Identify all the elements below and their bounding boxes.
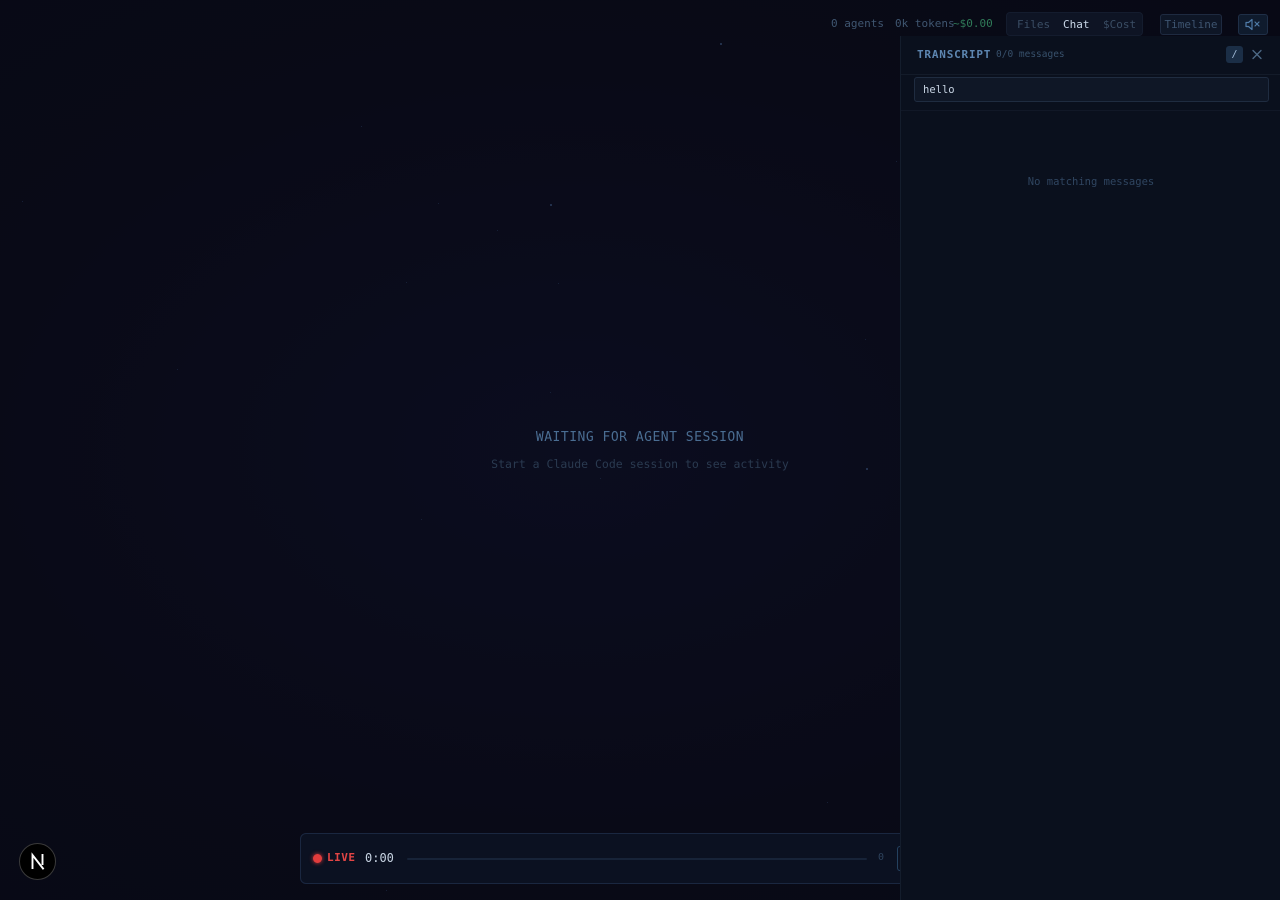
live-indicator-icon	[313, 854, 322, 863]
tab-files[interactable]: Files	[1017, 18, 1050, 32]
speaker-muted-icon	[1245, 18, 1260, 31]
token-count: 0k tokens	[895, 17, 955, 30]
star	[550, 392, 551, 393]
close-button[interactable]	[1249, 46, 1265, 63]
star	[177, 369, 178, 370]
playback-bar: LIVE 0:00 0	[300, 833, 920, 884]
star	[720, 43, 722, 45]
star	[438, 203, 439, 204]
message-count: 0/0 messages	[996, 49, 1065, 60]
star	[558, 283, 559, 284]
transcript-search-input[interactable]	[914, 77, 1269, 102]
cost-estimate: ~$0.00	[953, 17, 993, 30]
transcript-panel: TRANSCRIPT 0/0 messages / No matching me…	[900, 36, 1280, 900]
star	[361, 126, 362, 127]
app-logo[interactable]	[19, 843, 56, 880]
playback-scrubber[interactable]	[407, 858, 867, 860]
star	[896, 161, 897, 162]
star	[550, 204, 552, 206]
playback-time: 0:00	[365, 851, 394, 865]
view-switcher: Files Chat $Cost	[1006, 12, 1143, 36]
mute-button[interactable]	[1238, 14, 1268, 35]
tab-cost[interactable]: $Cost	[1103, 18, 1136, 32]
waiting-title: WAITING FOR AGENT SESSION	[535, 430, 745, 445]
timeline-button[interactable]: Timeline	[1160, 14, 1222, 35]
transcript-title: TRANSCRIPT	[917, 48, 992, 61]
star	[22, 201, 23, 202]
star	[497, 230, 498, 231]
star	[827, 802, 828, 803]
star	[421, 519, 422, 520]
empty-state-message: No matching messages	[1027, 176, 1155, 188]
live-label[interactable]: LIVE	[327, 851, 356, 864]
star	[406, 282, 407, 283]
waiting-subtitle: Start a Claude Code session to see activ…	[491, 457, 789, 471]
agent-count: 0 agents	[831, 17, 884, 30]
logo-n-icon	[31, 852, 45, 870]
close-icon	[1252, 49, 1262, 60]
transcript-search-bar	[901, 75, 1280, 111]
canvas-stage: 0 agents 0k tokens ~$0.00 Files Chat $Co…	[0, 0, 1280, 900]
star	[386, 890, 387, 891]
tab-chat[interactable]: Chat	[1063, 18, 1090, 32]
star	[600, 478, 601, 479]
star	[865, 339, 866, 340]
event-count: 0	[878, 852, 885, 863]
transcript-header: TRANSCRIPT 0/0 messages /	[901, 36, 1280, 75]
search-shortcut-button[interactable]: /	[1226, 46, 1243, 63]
